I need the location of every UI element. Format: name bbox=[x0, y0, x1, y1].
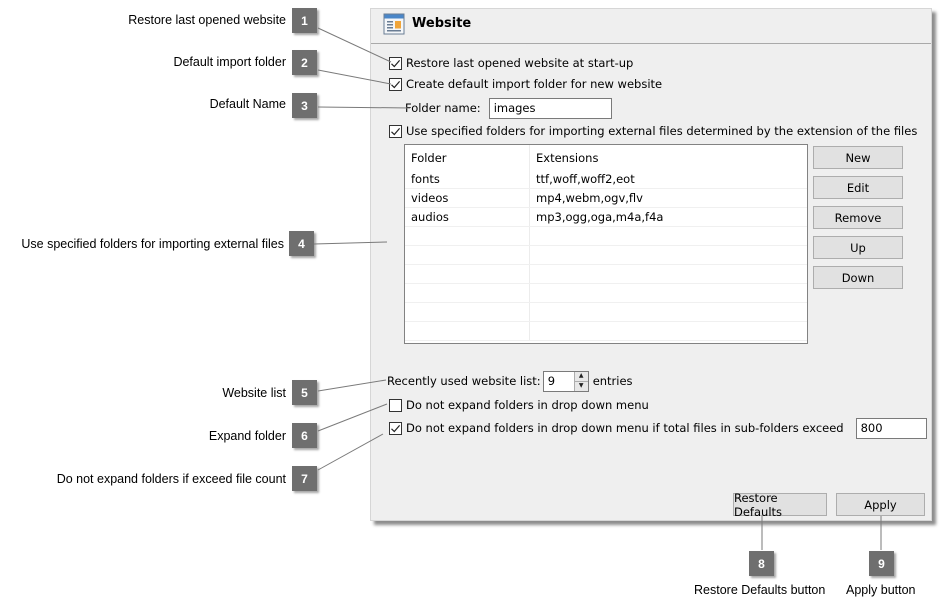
panel-header: Website bbox=[371, 9, 931, 44]
restore-last-row: Restore last opened website at start-up bbox=[389, 54, 633, 72]
no-expand-exceed-row: Do not expand folders in drop down menu … bbox=[389, 417, 927, 439]
folder-name-label: Folder name: bbox=[405, 101, 481, 115]
callout-label-6: Expand folder bbox=[208, 429, 286, 443]
checkmark-icon bbox=[391, 59, 401, 67]
callout-badge-9: 9 bbox=[869, 551, 894, 576]
folder-name-row: Folder name: images bbox=[405, 97, 612, 119]
extensions-cell: mp4,webm,ogv,flv bbox=[536, 191, 643, 205]
page-icon bbox=[383, 13, 405, 35]
callout-badge-8: 8 bbox=[749, 551, 774, 576]
panel-title: Website bbox=[412, 16, 472, 31]
table-row[interactable]: videos mp4,webm,ogv,flv bbox=[405, 189, 807, 208]
file-count-value: 800 bbox=[860, 421, 883, 435]
no-expand-row: Do not expand folders in drop down menu bbox=[389, 396, 649, 414]
folder-extensions-table[interactable]: Folder Extensions fonts ttf,woff,woff2,e… bbox=[404, 144, 808, 344]
down-button[interactable]: Down bbox=[813, 266, 903, 289]
table-row-empty bbox=[405, 284, 807, 303]
recent-list-suffix: entries bbox=[592, 374, 633, 388]
callout-label-3: Default Name bbox=[209, 97, 286, 111]
recent-list-value[interactable]: 9 bbox=[544, 374, 574, 388]
callout-label-1: Restore last opened website bbox=[128, 13, 286, 27]
table-row-empty bbox=[405, 246, 807, 265]
callout-label-5: Website list bbox=[222, 386, 286, 400]
callout-label-8: Restore Defaults button bbox=[694, 583, 826, 597]
spin-down-icon[interactable]: ▼ bbox=[574, 380, 588, 391]
table-row[interactable]: fonts ttf,woff,woff2,eot bbox=[405, 170, 807, 189]
callout-label-2: Default import folder bbox=[173, 55, 286, 69]
callout-label-7: Do not expand folders if exceed file cou… bbox=[56, 472, 286, 486]
checkmark-icon bbox=[391, 80, 401, 88]
restore-defaults-button[interactable]: Restore Defaults bbox=[733, 491, 827, 519]
column-header-extensions[interactable]: Extensions bbox=[530, 145, 807, 170]
callout-badge-7: 7 bbox=[292, 466, 317, 491]
no-expand-label: Do not expand folders in drop down menu bbox=[406, 398, 649, 412]
folder-cell: videos bbox=[405, 189, 530, 207]
folder-name-input[interactable]: images bbox=[488, 97, 612, 119]
callout-badge-1: 1 bbox=[292, 8, 317, 33]
table-row[interactable]: audios mp3,ogg,oga,m4a,f4a bbox=[405, 208, 807, 227]
checkmark-icon bbox=[391, 424, 401, 432]
create-default-checkbox[interactable] bbox=[389, 77, 402, 91]
use-specified-checkbox[interactable] bbox=[389, 124, 402, 138]
callout-badge-3: 3 bbox=[292, 93, 317, 118]
use-specified-label: Use specified folders for importing exte… bbox=[406, 124, 918, 138]
callout-badge-4: 4 bbox=[289, 231, 314, 256]
no-expand-checkbox[interactable] bbox=[389, 398, 402, 412]
no-expand-exceed-label: Do not expand folders in drop down menu … bbox=[406, 421, 844, 435]
table-row-empty bbox=[405, 303, 807, 322]
callout-badge-6: 6 bbox=[292, 423, 317, 448]
create-default-label: Create default import folder for new web… bbox=[406, 77, 663, 91]
new-button[interactable]: New bbox=[813, 146, 903, 169]
up-button[interactable]: Up bbox=[813, 236, 903, 259]
callout-label-9: Apply button bbox=[846, 583, 916, 597]
table-row-empty bbox=[405, 322, 807, 341]
restore-last-label: Restore last opened website at start-up bbox=[406, 56, 634, 70]
restore-last-checkbox[interactable] bbox=[389, 56, 402, 70]
recent-list-row: Recently used website list: 9 ▲ ▼ entrie… bbox=[387, 370, 633, 392]
callout-badge-5: 5 bbox=[292, 380, 317, 405]
table-header: Folder Extensions bbox=[405, 145, 807, 170]
edit-button[interactable]: Edit bbox=[813, 176, 903, 199]
no-expand-exceed-checkbox[interactable] bbox=[389, 421, 402, 435]
apply-button[interactable]: Apply bbox=[836, 493, 925, 516]
checkmark-icon bbox=[391, 127, 401, 135]
use-specified-row: Use specified folders for importing exte… bbox=[389, 122, 917, 140]
folder-cell: audios bbox=[405, 208, 530, 226]
remove-button[interactable]: Remove bbox=[813, 206, 903, 229]
website-preferences-panel: Website Restore last opened website at s… bbox=[370, 8, 932, 521]
extensions-cell: ttf,woff,woff2,eot bbox=[536, 172, 635, 186]
table-row-empty bbox=[405, 227, 807, 246]
table-row-empty bbox=[405, 265, 807, 284]
callout-badge-2: 2 bbox=[292, 50, 317, 75]
recent-list-label: Recently used website list: bbox=[387, 374, 541, 388]
recent-list-spinner[interactable]: 9 ▲ ▼ bbox=[542, 370, 589, 392]
column-header-folder[interactable]: Folder bbox=[405, 145, 530, 170]
callout-label-4: Use specified folders for importing exte… bbox=[21, 237, 284, 251]
spin-up-icon[interactable]: ▲ bbox=[575, 372, 588, 381]
create-default-row: Create default import folder for new web… bbox=[389, 75, 662, 93]
extensions-cell: mp3,ogg,oga,m4a,f4a bbox=[536, 210, 664, 224]
folder-cell: fonts bbox=[405, 170, 530, 188]
folder-name-value: images bbox=[493, 101, 536, 115]
file-count-input[interactable]: 800 bbox=[855, 417, 927, 439]
